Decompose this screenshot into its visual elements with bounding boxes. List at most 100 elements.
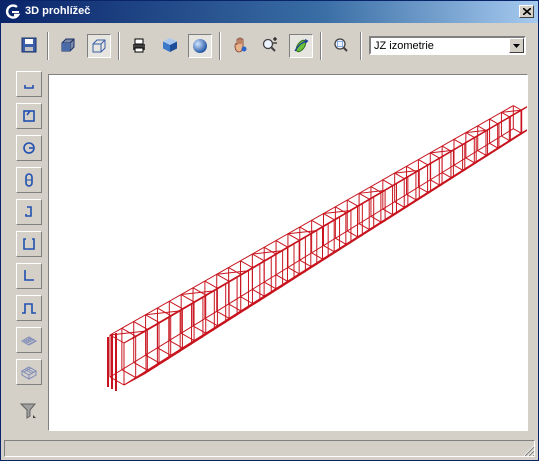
rebar-shape-wave-button[interactable] — [16, 295, 42, 321]
stirrup-bar — [228, 303, 242, 312]
wireframe-box-view-icon — [92, 39, 106, 53]
rebar-shape-j-hook-button[interactable] — [16, 199, 42, 225]
stirrup-bar — [192, 325, 206, 334]
stirrup-bar — [430, 152, 440, 159]
stirrup-bar — [298, 263, 318, 275]
shaded-cube-button[interactable] — [159, 34, 183, 58]
stirrup-bar — [441, 145, 452, 152]
rebar-shape-closed-loop-button[interactable] — [16, 167, 42, 193]
viewer-window: 3D prohlížeč JZ izometrie — [0, 0, 539, 461]
stirrup-bar — [240, 296, 253, 304]
stirrup-bar — [382, 208, 393, 216]
status-bar — [2, 438, 537, 459]
stirrup-bar — [252, 253, 265, 262]
stirrup-bar — [489, 142, 498, 149]
rebar-shape-circle-hook-button[interactable] — [16, 135, 42, 161]
rebar-shape-square-hook-icon — [23, 110, 35, 122]
stirrup-bar — [497, 140, 511, 149]
stirrup-bar — [465, 132, 475, 138]
stirrup-bar — [441, 172, 452, 178]
pan-hand-icon — [234, 37, 247, 53]
stirrup-bar — [252, 288, 265, 297]
status-pane — [4, 440, 535, 457]
stirrup-bar — [358, 223, 370, 230]
filter-icon — [20, 403, 37, 419]
mesh-flat-button[interactable] — [16, 327, 42, 353]
stirrup-bar — [158, 350, 181, 364]
stirrup-bar — [193, 329, 215, 341]
stirrup-bar — [453, 164, 463, 171]
stirrup-bar — [323, 245, 335, 253]
solid-box-view-icon — [61, 38, 75, 52]
save-icon — [21, 37, 37, 53]
mesh-3d-icon — [21, 366, 37, 380]
rebar-shape-u-icon — [24, 85, 34, 89]
stirrup-bar — [392, 205, 409, 216]
stirrup-bar — [287, 233, 300, 241]
zoom-button[interactable] — [259, 34, 283, 58]
stirrup-bar — [263, 281, 277, 290]
sidebar — [2, 68, 46, 433]
stirrup-bar — [345, 234, 363, 245]
orbit-button[interactable] — [289, 34, 313, 58]
shaded-cube-icon — [163, 38, 177, 52]
close-icon — [523, 8, 531, 15]
solid-view-button[interactable] — [57, 34, 81, 58]
stirrup-bar — [216, 273, 230, 282]
stirrup-bar — [418, 159, 428, 166]
sphere-render-icon — [193, 39, 207, 53]
stirrup-bar — [204, 318, 218, 327]
sphere-render-button[interactable] — [188, 34, 212, 58]
close-button[interactable] — [519, 5, 534, 18]
stirrup-bar — [192, 287, 206, 296]
stirrup-bar — [216, 310, 230, 319]
stirrup-bar — [430, 179, 440, 186]
mesh-flat-icon — [21, 336, 37, 346]
zoom-extents-icon — [334, 38, 348, 52]
stirrup-bar — [477, 125, 487, 131]
stirrup-bar — [135, 365, 158, 379]
rebar-shape-u-button[interactable] — [16, 71, 42, 97]
stirrup-bar — [465, 157, 475, 164]
stirrup-bar — [497, 116, 511, 125]
stirrup-bar — [394, 172, 405, 179]
stirrup-bar — [485, 123, 500, 131]
stirrup-bar — [418, 186, 428, 193]
stirrup-bar — [170, 343, 192, 356]
title-bar[interactable]: 3D prohlížeč — [1, 1, 538, 23]
zoom-plus-minus-icon — [262, 37, 277, 52]
view-select-dropdown-button[interactable] — [509, 38, 524, 53]
stirrup-bar — [180, 332, 195, 341]
chevron-down-icon — [513, 44, 520, 48]
stirrup-bar — [204, 280, 218, 289]
mesh-3d-button[interactable] — [16, 359, 42, 385]
stirrup-bar — [287, 271, 306, 282]
stirrup-bar — [333, 242, 352, 253]
wireframe-view-button[interactable] — [87, 34, 111, 58]
longitudinal-bar — [109, 105, 514, 336]
rebar-shape-open-stirrup-button[interactable] — [16, 231, 42, 257]
stirrup-bar — [427, 184, 443, 193]
stirrup-bar — [357, 227, 374, 238]
stirrup-bar — [380, 213, 397, 223]
view-select[interactable]: JZ izometrie — [369, 36, 526, 55]
filter-button[interactable] — [16, 398, 42, 424]
pan-button[interactable] — [229, 34, 253, 58]
stirrup-bar — [311, 219, 323, 227]
stirrup-bar — [415, 191, 431, 201]
3d-viewport[interactable] — [48, 74, 528, 431]
rebar-shape-square-hook-button[interactable] — [16, 103, 42, 129]
stirrup-bar — [310, 256, 329, 267]
rebar-shape-circle-hook-icon — [23, 142, 35, 154]
stirrup-bar — [439, 176, 454, 186]
window-title: 3D prohlížeč — [25, 5, 91, 17]
stirrup-bar — [358, 192, 370, 200]
stirrup-bar — [346, 199, 358, 207]
print-button[interactable] — [128, 34, 152, 58]
stirrup-bar — [403, 198, 420, 208]
zoom-extents-button[interactable] — [330, 34, 354, 58]
save-button[interactable] — [18, 34, 42, 58]
rebar-shape-closed-loop-icon — [25, 173, 33, 187]
rebar-shape-l-button[interactable] — [16, 263, 42, 289]
resize-grip-icon[interactable] — [523, 445, 535, 457]
